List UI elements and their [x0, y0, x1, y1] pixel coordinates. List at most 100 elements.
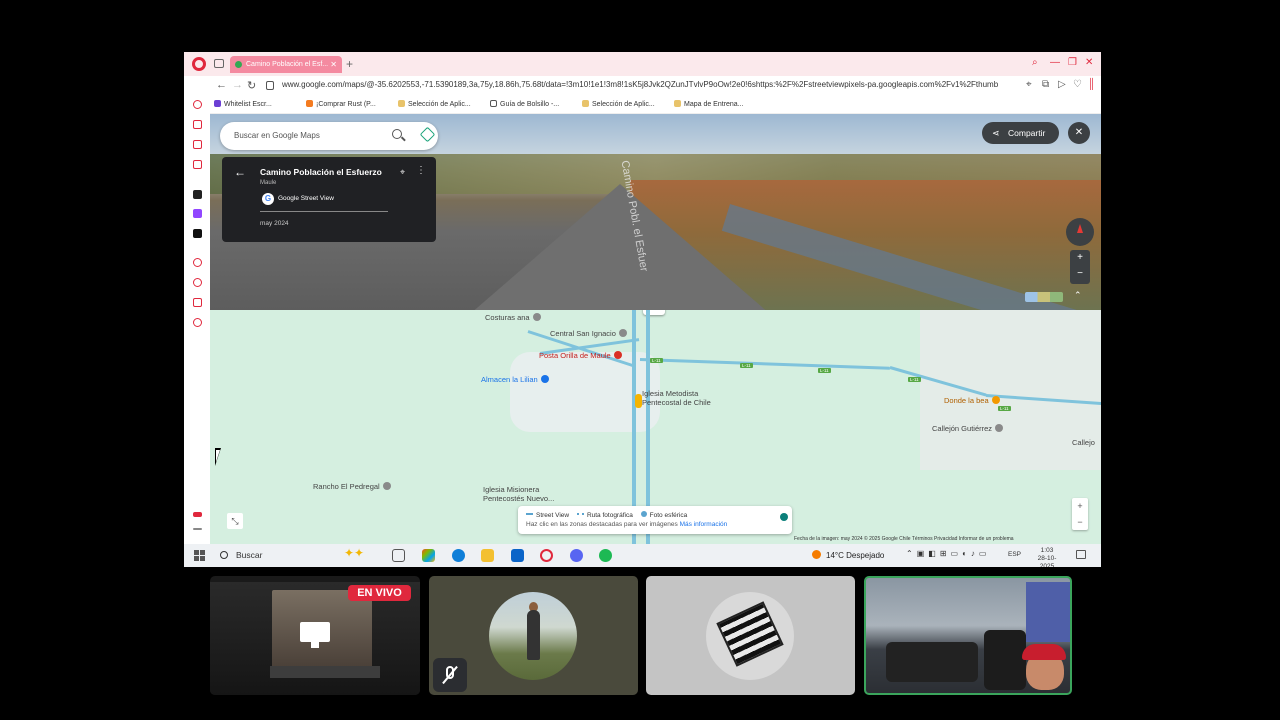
muted-mic-icon[interactable] [433, 658, 467, 692]
street-view-road[interactable] [639, 358, 890, 370]
location-info-card: ← Camino Población el Esfuerzo Maule ⌖ ⋮… [222, 157, 436, 242]
place-title: Camino Población el Esfuerzo [260, 167, 382, 177]
outlook-icon[interactable] [511, 549, 524, 562]
share-button[interactable]: ⋖ Compartir [982, 122, 1059, 144]
system-tray-icons[interactable]: ⌃▣◧⊞▭◐♪▭ [906, 549, 990, 558]
spotify-icon[interactable] [599, 549, 612, 562]
poi-iglesia-misionera[interactable]: Iglesia Misionera Pentecostés Nuevo... [483, 485, 554, 503]
map-attribution: Fecha de la imagen: may 2024 © 2025 Goog… [794, 536, 1014, 542]
route-line-icon [576, 513, 584, 515]
language-indicator[interactable]: ESP [1008, 551, 1021, 558]
back-arrow-icon[interactable]: ← [234, 165, 246, 179]
opera-taskbar-icon[interactable] [540, 549, 553, 562]
aria-icon[interactable] [193, 100, 202, 109]
more-options-icon[interactable]: ⋮ [416, 165, 426, 176]
maximize-icon[interactable]: ❐ [1068, 57, 1077, 68]
player-icon[interactable] [193, 258, 202, 267]
poi-posta[interactable]: Posta Orilla de Maule [539, 351, 622, 360]
x-icon[interactable] [193, 229, 202, 238]
pegman-icon[interactable] [635, 394, 642, 408]
reload-icon[interactable]: ↻ [247, 79, 256, 92]
file-explorer-icon[interactable] [481, 549, 494, 562]
menu-icon[interactable]: ║ [1088, 79, 1095, 90]
participant-tile-2[interactable] [429, 576, 638, 695]
poi-central[interactable]: Central San Ignacio [550, 329, 627, 338]
poi-callejon[interactable]: Callejo [1072, 438, 1095, 447]
url-field[interactable]: www.google.com/maps/@-35.6202553,-71.539… [282, 80, 1022, 89]
extensions-sidebar-icon[interactable] [193, 298, 202, 307]
new-tab-button[interactable]: + [346, 56, 353, 72]
history-icon[interactable] [193, 278, 202, 287]
shared-screen: Camino Población el Esf... ✕ + ⌕ — ❐ ✕ ←… [184, 52, 1101, 567]
task-view-icon[interactable] [392, 549, 405, 562]
bookmark-item[interactable]: Guía de Bolsillo -... [490, 100, 559, 108]
copilot-app-icon[interactable] [422, 549, 435, 562]
extensions-icon[interactable]: ⧉ [1042, 79, 1049, 90]
bookmark-item[interactable]: Selección de Aplic... [582, 100, 655, 108]
windows-start-icon[interactable] [194, 550, 205, 561]
maps-search-box[interactable]: Buscar en Google Maps [220, 122, 438, 150]
capture-date[interactable]: may 2024 [260, 220, 289, 227]
zoom-in-icon[interactable]: + [1070, 250, 1090, 266]
twitch-icon[interactable] [193, 209, 202, 218]
notifications-icon[interactable] [1076, 550, 1086, 559]
lock-icon[interactable] [266, 81, 274, 90]
close-window-icon[interactable]: ✕ [1085, 57, 1093, 68]
map-zoom-out-icon[interactable]: − [1072, 514, 1088, 530]
tab-close-icon[interactable]: ✕ [330, 56, 337, 73]
bookmark-item[interactable]: ¡Comprar Rust (P... [306, 100, 376, 108]
more-icon[interactable] [193, 528, 202, 530]
minimize-icon[interactable]: — [1050, 57, 1060, 68]
poi-callejon-gutierrez[interactable]: Callejón Gutiérrez [932, 424, 1004, 433]
legend-toggle[interactable] [780, 513, 788, 521]
tab-street-view[interactable]: Camino Población el Esf... ✕ [230, 56, 342, 73]
bookmark-item[interactable]: Whitelist Escr... [214, 100, 272, 108]
street-view-zoom-controls[interactable]: + − [1070, 250, 1090, 284]
map-zoom-controls[interactable]: + − [1072, 498, 1088, 530]
map-view[interactable]: L-11 L-11 L-11 L-11 L-11 Costuras ana Ce… [210, 310, 1101, 544]
map-zoom-in-icon[interactable]: + [1072, 498, 1088, 514]
participant-tile-camera[interactable] [864, 576, 1072, 695]
compass-icon[interactable] [1066, 218, 1094, 246]
restaurant-icon [991, 396, 1000, 404]
weather-widget[interactable]: 14°C Despejado [812, 550, 884, 560]
play-icon[interactable]: ▷ [1058, 79, 1066, 90]
bookmark-item[interactable]: Selección de Aplic... [398, 100, 471, 108]
pin-icon[interactable]: ⌖ [400, 167, 405, 178]
workspace-icon[interactable] [193, 140, 202, 149]
bag-icon[interactable] [193, 120, 202, 129]
search-icon[interactable] [392, 129, 402, 139]
zoom-out-icon[interactable]: − [1070, 266, 1090, 282]
tab-list-icon[interactable] [214, 59, 224, 68]
discord-icon[interactable] [570, 549, 583, 562]
poi-costuras[interactable]: Costuras ana [485, 313, 541, 322]
search-tabs-icon[interactable]: ⌕ [1032, 57, 1038, 68]
back-icon[interactable]: ← [216, 79, 227, 91]
close-street-view-button[interactable]: ✕ [1068, 122, 1090, 144]
snapshot-icon[interactable]: ⌖ [1026, 79, 1032, 90]
app-icon[interactable] [193, 190, 202, 199]
settings-icon[interactable] [193, 318, 202, 327]
participant-tile-3[interactable] [646, 576, 855, 695]
poi-rancho[interactable]: Rancho El Pedregal [313, 482, 391, 491]
opera-logo-icon[interactable] [192, 57, 206, 71]
imagery-thumbnails[interactable] [1025, 292, 1063, 302]
search-input[interactable]: Buscar en Google Maps [234, 131, 320, 140]
gx-icon[interactable] [193, 512, 202, 517]
expand-icon[interactable]: ⌃ [1074, 290, 1082, 301]
forward-icon[interactable]: → [232, 79, 243, 91]
poi-donde-la-bea[interactable]: Donde la bea [944, 396, 1000, 405]
chat-icon[interactable] [193, 160, 202, 169]
collapse-map-icon[interactable]: ⤡ [227, 513, 243, 529]
heart-icon[interactable]: ♡ [1073, 79, 1082, 90]
more-info-link[interactable]: Más información [680, 521, 728, 528]
taskbar-clock[interactable]: 1:03 28-10-2025 [1032, 547, 1062, 567]
edge-icon[interactable] [452, 549, 465, 562]
directions-icon[interactable] [419, 126, 436, 143]
street-view-panorama[interactable]: Camino Pobl. el Esfuer Buscar en Google … [210, 114, 1101, 310]
bookmark-item[interactable]: Mapa de Entrena... [674, 100, 744, 108]
participant-tile-stream[interactable]: EN VIVO [210, 576, 420, 695]
copilot-sparkle-icon[interactable]: ✦✦ [344, 546, 364, 560]
poi-almacen[interactable]: Almacen la Lilian [481, 375, 549, 384]
poi-iglesia-metodista[interactable]: Iglesia Metodista Pentecostal de Chile [642, 389, 711, 407]
